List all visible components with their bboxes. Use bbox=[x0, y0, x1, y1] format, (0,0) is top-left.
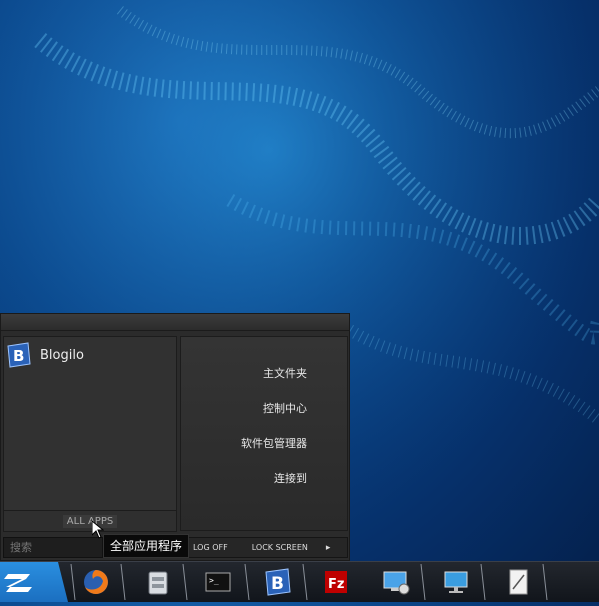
tooltip: 全部应用程序 bbox=[103, 534, 190, 558]
blogilo-icon: B bbox=[265, 568, 291, 596]
network-monitor-icon bbox=[444, 571, 468, 593]
firefox-icon bbox=[84, 570, 108, 594]
svg-text:B: B bbox=[13, 347, 24, 365]
taskbar-text-editor[interactable] bbox=[496, 562, 540, 602]
recent-apps-panel: B Blogilo bbox=[3, 336, 177, 516]
power-options-arrow[interactable]: ▸ bbox=[326, 543, 331, 553]
svg-text:Fz: Fz bbox=[328, 577, 344, 592]
app-label: Blogilo bbox=[40, 347, 84, 363]
lock-screen-button[interactable]: LOCK SCREEN bbox=[252, 543, 308, 552]
power-bar: LOG OFF LOCK SCREEN ▸ bbox=[180, 537, 348, 558]
place-home-folder[interactable]: 主文件夹 bbox=[263, 365, 307, 381]
taskbar-network-monitor[interactable] bbox=[434, 562, 478, 602]
taskbar-separator bbox=[182, 564, 188, 600]
taskbar-separator bbox=[542, 564, 548, 600]
taskbar-separator bbox=[244, 564, 250, 600]
taskbar-filezilla[interactable]: Fz bbox=[314, 562, 358, 602]
terminal-icon: >_ bbox=[205, 572, 231, 592]
text-editor-icon bbox=[509, 569, 528, 595]
taskbar-separator bbox=[120, 564, 126, 600]
place-connect-to[interactable]: 连接到 bbox=[274, 470, 307, 486]
file-manager-icon bbox=[148, 571, 168, 595]
taskbar: >_ B Fz bbox=[0, 561, 599, 602]
svg-text:>_: >_ bbox=[209, 576, 219, 585]
remote-desktop-icon bbox=[383, 571, 410, 595]
app-item-blogilo[interactable]: B Blogilo bbox=[6, 341, 174, 369]
taskbar-separator bbox=[420, 564, 426, 600]
taskbar-file-manager[interactable] bbox=[136, 562, 180, 602]
all-apps-button[interactable]: ALL APPS bbox=[3, 510, 177, 532]
taskbar-terminal[interactable]: >_ bbox=[196, 562, 240, 602]
start-menu-header bbox=[1, 314, 349, 331]
search-input[interactable] bbox=[3, 537, 103, 558]
all-apps-label: ALL APPS bbox=[62, 514, 118, 528]
zorin-logo-icon bbox=[4, 574, 32, 592]
place-control-center[interactable]: 控制中心 bbox=[263, 400, 307, 416]
taskbar-firefox[interactable] bbox=[74, 562, 118, 602]
blogilo-icon: B bbox=[7, 342, 31, 368]
filezilla-icon: Fz bbox=[325, 571, 347, 593]
svg-text:B: B bbox=[271, 574, 284, 594]
taskbar-separator bbox=[302, 564, 308, 600]
start-button[interactable] bbox=[0, 562, 68, 602]
taskbar-blogilo[interactable]: B bbox=[256, 562, 300, 602]
places-panel: 主文件夹 控制中心 软件包管理器 连接到 bbox=[180, 336, 348, 531]
taskbar-separator bbox=[480, 564, 486, 600]
place-package-manager[interactable]: 软件包管理器 bbox=[241, 435, 307, 451]
taskbar-remote-desktop[interactable] bbox=[374, 562, 418, 602]
start-menu: B Blogilo ALL APPS 主文件夹 控制中心 软件包管理器 连接到 … bbox=[0, 313, 350, 561]
mouse-cursor-icon bbox=[92, 521, 104, 539]
log-off-button[interactable]: LOG OFF bbox=[193, 543, 228, 552]
